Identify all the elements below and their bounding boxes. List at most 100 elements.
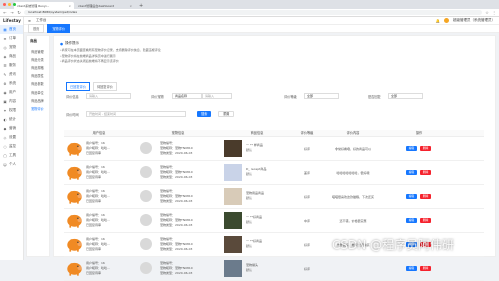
sidebar-item[interactable]: ▣ 内容 (0, 97, 23, 106)
keyword-input[interactable]: 请输入 (86, 93, 131, 99)
table-row: 用户编号：16 用户昵称：哈哈... 已回复待审 宠物编号： 宠物昵称：宠物TN… (64, 137, 484, 161)
grade-select[interactable]: 全部 (304, 93, 339, 99)
user-status: 已回复待审 (86, 271, 102, 275)
sidebar-icon: ◇ (3, 135, 7, 140)
delete-button[interactable]: 删除 (420, 266, 431, 271)
sidebar-item[interactable]: ☰ 服务 (0, 61, 23, 70)
sub-menu-item[interactable]: 商品单位 (27, 88, 49, 96)
user-avatar-icon (140, 142, 152, 154)
goods-type-select[interactable]: 商品名称 (172, 93, 202, 99)
table-row: 用户编号：16 用户昵称：哈哈... 已回复待审 宠物编号： 宠物昵称：宠物TN… (64, 209, 484, 233)
browser-tab[interactable]: client管理后台dashboard × (75, 2, 135, 9)
back-icon[interactable]: ← (3, 10, 7, 15)
sidebar-item-label: 统计 (9, 117, 16, 121)
goods-thumbnail[interactable] (224, 164, 242, 181)
sidebar-item[interactable]: ≡ 订单 (0, 34, 23, 43)
sidebar-item[interactable]: ◇ 设置 (0, 133, 23, 142)
grade-cell: 中评 (303, 219, 310, 223)
grade-cell: 好评 (303, 195, 310, 199)
sidebar-icon: ◎ (3, 45, 7, 50)
sub-menu-item[interactable]: 商品参数 (27, 80, 49, 88)
sidebar-item[interactable]: ○ 监控 (0, 142, 23, 151)
sidebar-icon: ✦ (3, 108, 7, 113)
sub-menu-item[interactable]: 商品管理 (27, 47, 49, 55)
tab-replied[interactable]: 已回复评价 (66, 82, 90, 91)
edit-button[interactable]: 编辑 (406, 146, 417, 151)
sub-menu-item[interactable]: 商品品牌 (27, 96, 49, 104)
edit-button[interactable]: 编辑 (406, 194, 417, 199)
star-icon[interactable]: ☆ (485, 10, 489, 15)
goods-cell: 一 **好商品 默认 (222, 233, 292, 256)
sub-menu-item[interactable]: 宠物评价 (27, 104, 49, 112)
tag-pet-review[interactable]: 宠物评价 (47, 24, 71, 33)
sidebar-item[interactable]: ✎ 资讯 (0, 70, 23, 79)
edit-button[interactable]: 编辑 (406, 170, 417, 175)
close-tab-icon[interactable]: × (68, 4, 71, 8)
grade-label: 评价等级 (284, 95, 297, 99)
sidebar-item[interactable]: ▢ 工具 (0, 151, 23, 160)
delete-button[interactable]: 删除 (420, 194, 431, 199)
collapse-menu-icon[interactable]: ≡ (28, 19, 31, 23)
tags-view: 首页 宠物评价 (24, 24, 499, 33)
sidebar-item[interactable]: ◉ 用户 (0, 88, 23, 97)
piggy-bank-icon (66, 140, 83, 156)
sub-menu-item[interactable]: 商品属性 (27, 72, 49, 80)
avatar[interactable] (444, 18, 449, 23)
maximize-window-icon[interactable] (13, 3, 16, 6)
browser-tab[interactable]: client系统管理 Ruoyi... × (14, 2, 74, 9)
goods-thumbnail[interactable] (224, 260, 242, 277)
close-window-icon[interactable] (3, 3, 6, 6)
user-menu[interactable]: 超级管理员（系统管理员） (453, 18, 495, 23)
sidebar-icon: ☰ (3, 63, 7, 68)
goods-thumbnail[interactable] (224, 140, 242, 157)
sidebar-item-label: 商品 (9, 54, 16, 58)
delete-button[interactable]: 删除 (420, 218, 431, 223)
sidebar-item[interactable]: ◐ 统计 (0, 115, 23, 124)
menu-icon[interactable]: ⋮ (492, 10, 496, 15)
status-select[interactable]: 全部 (388, 93, 423, 99)
sidebar-item[interactable]: ◆ 营销 (0, 124, 23, 133)
tab-unreplied[interactable]: 待回复评价 (92, 82, 117, 91)
user-status: 已回复待审 (86, 175, 102, 179)
sidebar-item[interactable]: ⚙ 系统 (0, 79, 23, 88)
sidebar-icon: ▣ (3, 99, 7, 104)
edit-button[interactable]: 编辑 (406, 266, 417, 271)
minimize-window-icon[interactable] (8, 3, 11, 6)
notification-icon[interactable]: 🔔 (436, 19, 440, 23)
lightbulb-icon: ● (60, 41, 64, 46)
sidebar-item[interactable]: ☺ 个人 (0, 160, 23, 169)
sidebar-item[interactable]: ▦ 首页 (0, 25, 23, 34)
grade-cell: 差评 (303, 171, 310, 175)
goods-thumbnail[interactable] (224, 236, 242, 253)
reload-icon[interactable]: ↻ (17, 10, 21, 15)
breadcrumb[interactable]: 工作台 (36, 18, 47, 23)
sidebar-icon: ◉ (3, 90, 7, 95)
url-input[interactable]: localhost:8080/system/pet/index (24, 10, 482, 15)
piggy-bank-icon (66, 188, 83, 204)
goods-thumbnail[interactable] (224, 188, 242, 205)
pet-cell: 宠物编号： 宠物昵称：宠物TN0810 宠物类型：2020-06-03 (134, 137, 222, 160)
sidebar-icon: ≡ (3, 36, 7, 41)
tag-home[interactable]: 首页 (28, 24, 45, 33)
close-tab-icon[interactable]: × (129, 4, 132, 8)
delete-button[interactable]: 删除 (420, 146, 431, 151)
table-row: 用户编号：16 用户昵称：哈哈... 已回复待审 宠物编号： 宠物昵称：宠物TN… (64, 185, 484, 209)
sidebar-icon: ◆ (3, 126, 7, 131)
time-range-input[interactable]: 开始时间 - 结束时间 (86, 111, 186, 117)
delete-button[interactable]: 删除 (420, 170, 431, 175)
sub-menu-item[interactable]: 商品分类 (27, 55, 49, 63)
search-button[interactable]: 搜索 (197, 111, 212, 117)
edit-button[interactable]: 编辑 (406, 218, 417, 223)
goods-thumbnail[interactable] (224, 212, 242, 229)
sidebar-item[interactable]: ✦ 权限 (0, 106, 23, 115)
sub-menu-item[interactable]: 商品规格 (27, 63, 49, 71)
pet-type: 宠物类型：2020-06-03 (160, 199, 193, 203)
app-logo: Lifestay (3, 18, 21, 23)
col-actions: 操作 (415, 131, 423, 135)
time-label: 评价时间 (66, 113, 79, 117)
sidebar-item[interactable]: ◈ 商品 (0, 52, 23, 61)
reset-button[interactable]: 重置 (218, 111, 235, 117)
forward-icon[interactable]: → (10, 10, 14, 15)
sidebar-item[interactable]: ◎ 宠物 (0, 43, 23, 52)
goods-input[interactable]: 请输入 (202, 93, 232, 99)
